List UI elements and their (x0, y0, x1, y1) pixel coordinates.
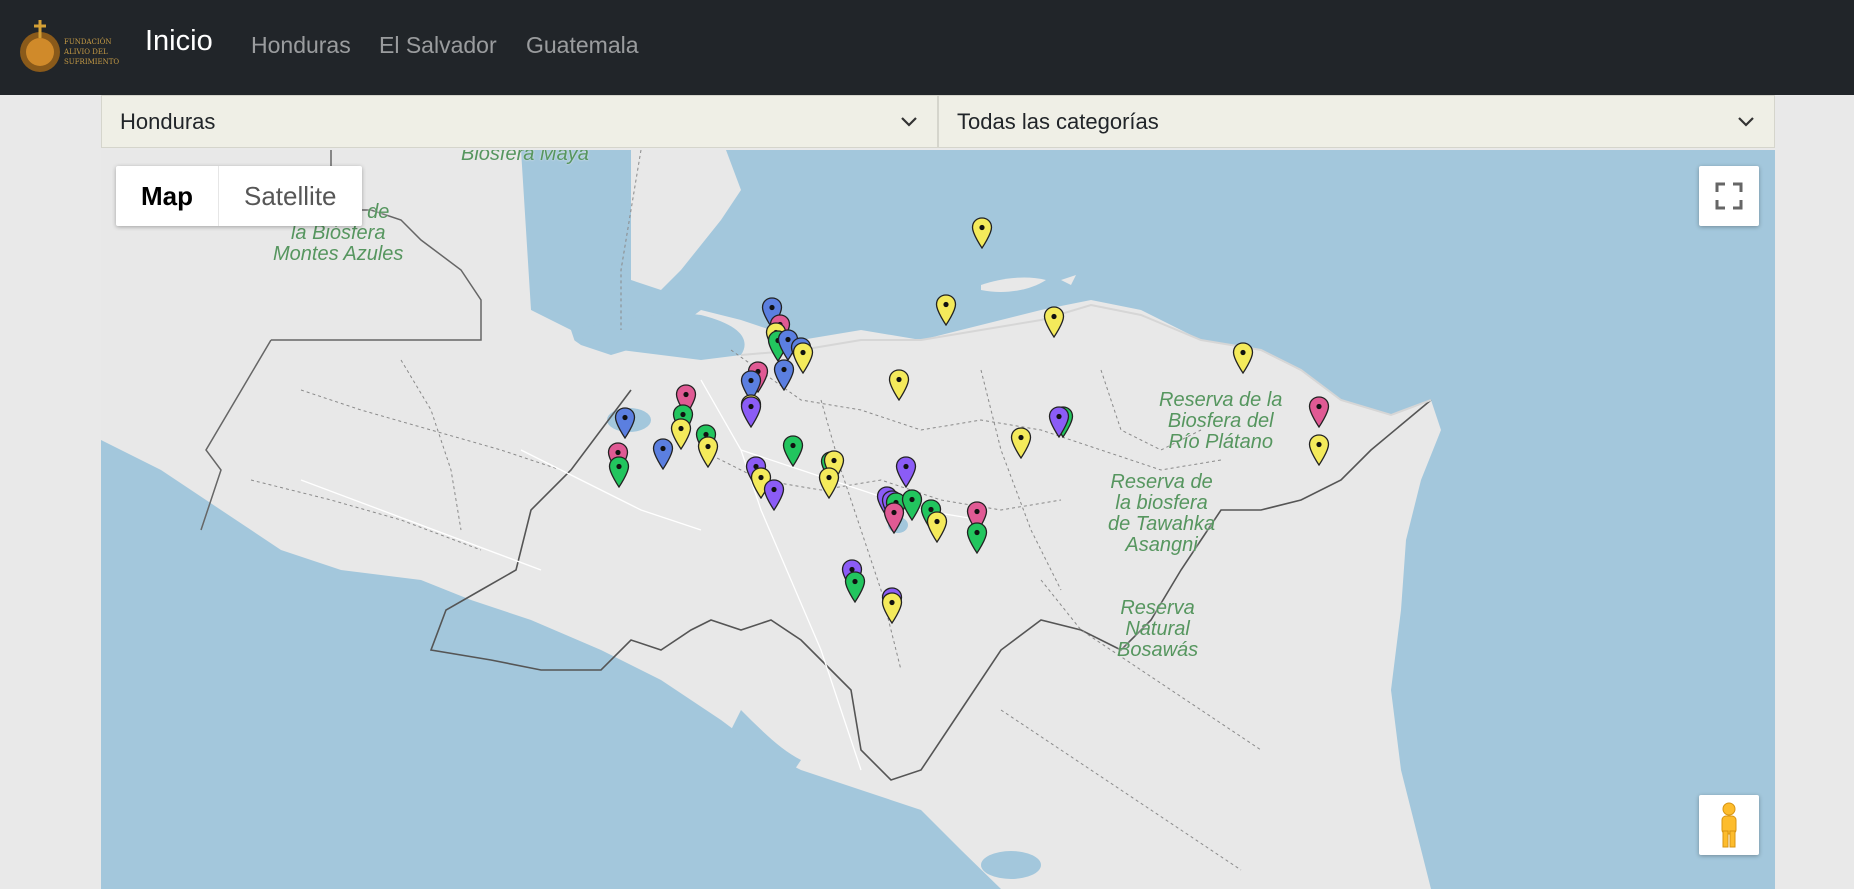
map-marker[interactable] (1308, 396, 1330, 428)
map-canvas[interactable]: Biosfera Maya Reserva de la Biósfera Mon… (101, 150, 1775, 889)
map-marker[interactable] (697, 436, 719, 468)
map-marker[interactable] (926, 511, 948, 543)
navbar: FUNDACIÓN ALIVIO DEL SUFRIMIENTO Inicio … (0, 0, 1854, 95)
map-marker[interactable] (792, 342, 814, 374)
svg-text:SUFRIMIENTO: SUFRIMIENTO (64, 58, 119, 66)
map-marker[interactable] (614, 407, 636, 439)
brand-home-link[interactable]: Inicio (145, 25, 213, 58)
map-marker[interactable] (895, 456, 917, 488)
map-marker[interactable] (971, 217, 993, 249)
map-type-satellite-button[interactable]: Satellite (219, 166, 362, 226)
map-marker[interactable] (935, 294, 957, 326)
filters-bar: Honduras Todas las categorías (101, 95, 1775, 150)
nav-link-el-salvador[interactable]: El Salvador (379, 32, 497, 59)
map-marker[interactable] (1232, 342, 1254, 374)
nav-link-honduras[interactable]: Honduras (251, 32, 351, 59)
map-label-biosfera-maya: Biosfera Maya (461, 150, 589, 165)
map-marker[interactable] (763, 479, 785, 511)
map-marker[interactable] (1043, 306, 1065, 338)
category-select-value: Todas las categorías (957, 108, 1159, 134)
fullscreen-icon (1715, 182, 1743, 210)
map-marker[interactable] (818, 467, 840, 499)
map-marker[interactable] (888, 369, 910, 401)
map-label-bosawas: Reserva Natural Bosawás (1117, 597, 1199, 661)
map-marker[interactable] (844, 571, 866, 603)
category-select[interactable]: Todas las categorías (938, 95, 1775, 148)
svg-text:FUNDACIÓN: FUNDACIÓN (64, 37, 112, 46)
country-select[interactable]: Honduras (101, 95, 938, 148)
map-label-rio-platano: Reserva de la Biosfera del Río Plátano (1159, 389, 1283, 453)
map-marker[interactable] (773, 359, 795, 391)
map-marker[interactable] (608, 456, 630, 488)
map-marker[interactable] (881, 592, 903, 624)
map-marker[interactable] (652, 438, 674, 470)
map-type-control: Map Satellite (116, 166, 362, 226)
pegman-icon (1721, 802, 1737, 848)
chevron-down-icon (1738, 117, 1754, 127)
map-type-map-button[interactable]: Map (116, 166, 219, 226)
svg-text:ALIVIO DEL: ALIVIO DEL (63, 48, 108, 56)
street-view-button[interactable] (1699, 795, 1759, 855)
map-marker[interactable] (1308, 434, 1330, 466)
map-label-tawahka: Reserva de la biosfera de Tawahka Asangn… (1108, 471, 1216, 556)
fullscreen-button[interactable] (1699, 166, 1759, 226)
chevron-down-icon (901, 117, 917, 127)
map-marker[interactable] (782, 435, 804, 467)
map-marker[interactable] (740, 396, 762, 428)
map-marker[interactable] (1048, 406, 1070, 438)
map-marker[interactable] (1010, 427, 1032, 459)
fundacion-logo[interactable]: FUNDACIÓN ALIVIO DEL SUFRIMIENTO (12, 16, 132, 76)
nav-link-guatemala[interactable]: Guatemala (526, 32, 639, 59)
country-select-value: Honduras (120, 108, 216, 134)
map-marker[interactable] (966, 522, 988, 554)
